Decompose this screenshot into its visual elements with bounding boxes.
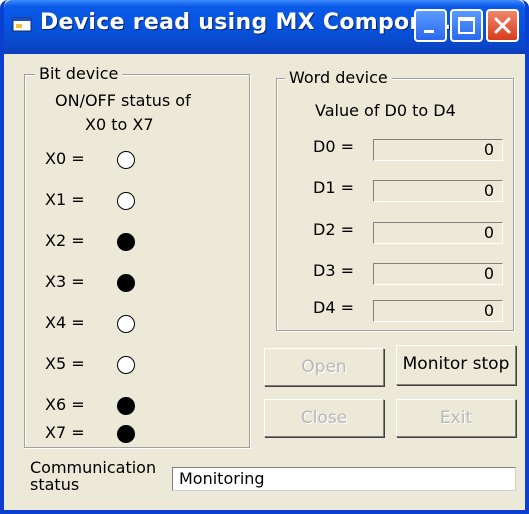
status-lamp-x1 <box>117 192 135 210</box>
app-window: Device read using MX Compon... Bit devic… <box>0 0 529 514</box>
maximize-icon <box>458 17 475 34</box>
communication-status-label: Communication <box>30 458 157 477</box>
word-label: D3 = <box>313 261 354 280</box>
status-lamp-x4 <box>117 315 135 333</box>
status-lamp-x3 <box>117 274 135 292</box>
word-label: D1 = <box>313 178 354 197</box>
word-device-group: Word device Value of D0 to D4 D0 = 0 D1 … <box>276 68 514 331</box>
title-bar[interactable]: Device read using MX Compon... <box>4 0 525 54</box>
communication-status-field: Monitoring <box>172 467 516 491</box>
bit-label: X1 = <box>45 190 85 209</box>
app-icon <box>12 16 34 34</box>
bit-label: X4 = <box>45 313 85 332</box>
status-lamp-x7 <box>117 425 135 443</box>
bit-label: X7 = <box>45 423 85 442</box>
word-value-d2: 0 <box>373 222 503 244</box>
window-title: Device read using MX Compon... <box>40 10 452 35</box>
word-value-d1: 0 <box>373 180 503 202</box>
bit-label: X2 = <box>45 231 85 250</box>
word-device-caption: Value of D0 to D4 <box>315 101 456 120</box>
bit-label: X3 = <box>45 272 85 291</box>
word-device-group-title: Word device <box>285 68 392 87</box>
communication-status-label-2: status <box>30 475 80 494</box>
bit-device-caption: ON/OFF status of <box>55 91 191 110</box>
status-lamp-x2 <box>117 233 135 251</box>
word-value-d3: 0 <box>373 263 503 285</box>
word-value-d0: 0 <box>373 139 503 161</box>
bit-label: X0 = <box>45 149 85 168</box>
open-button[interactable]: Open <box>264 348 384 386</box>
bit-device-group-title: Bit device <box>35 64 123 83</box>
word-label: D2 = <box>313 220 354 239</box>
minimize-icon <box>424 30 434 33</box>
bit-label: X5 = <box>45 354 85 373</box>
status-lamp-x6 <box>117 397 135 415</box>
minimize-button[interactable] <box>414 9 447 42</box>
close-window-button[interactable] <box>486 9 519 42</box>
bit-device-group: Bit device ON/OFF status of X0 to X7 X0 … <box>24 64 250 448</box>
close-icon <box>494 17 511 34</box>
bit-device-range: X0 to X7 <box>85 115 154 134</box>
bit-label: X6 = <box>45 395 85 414</box>
word-label: D0 = <box>313 137 354 156</box>
maximize-button[interactable] <box>450 9 483 42</box>
exit-button[interactable]: Exit <box>396 399 516 437</box>
status-lamp-x5 <box>117 356 135 374</box>
word-value-d4: 0 <box>373 300 503 322</box>
monitor-stop-button[interactable]: Monitor stop <box>396 345 516 385</box>
word-label: D4 = <box>313 298 354 317</box>
close-button[interactable]: Close <box>264 399 384 437</box>
status-lamp-x0 <box>117 151 135 169</box>
